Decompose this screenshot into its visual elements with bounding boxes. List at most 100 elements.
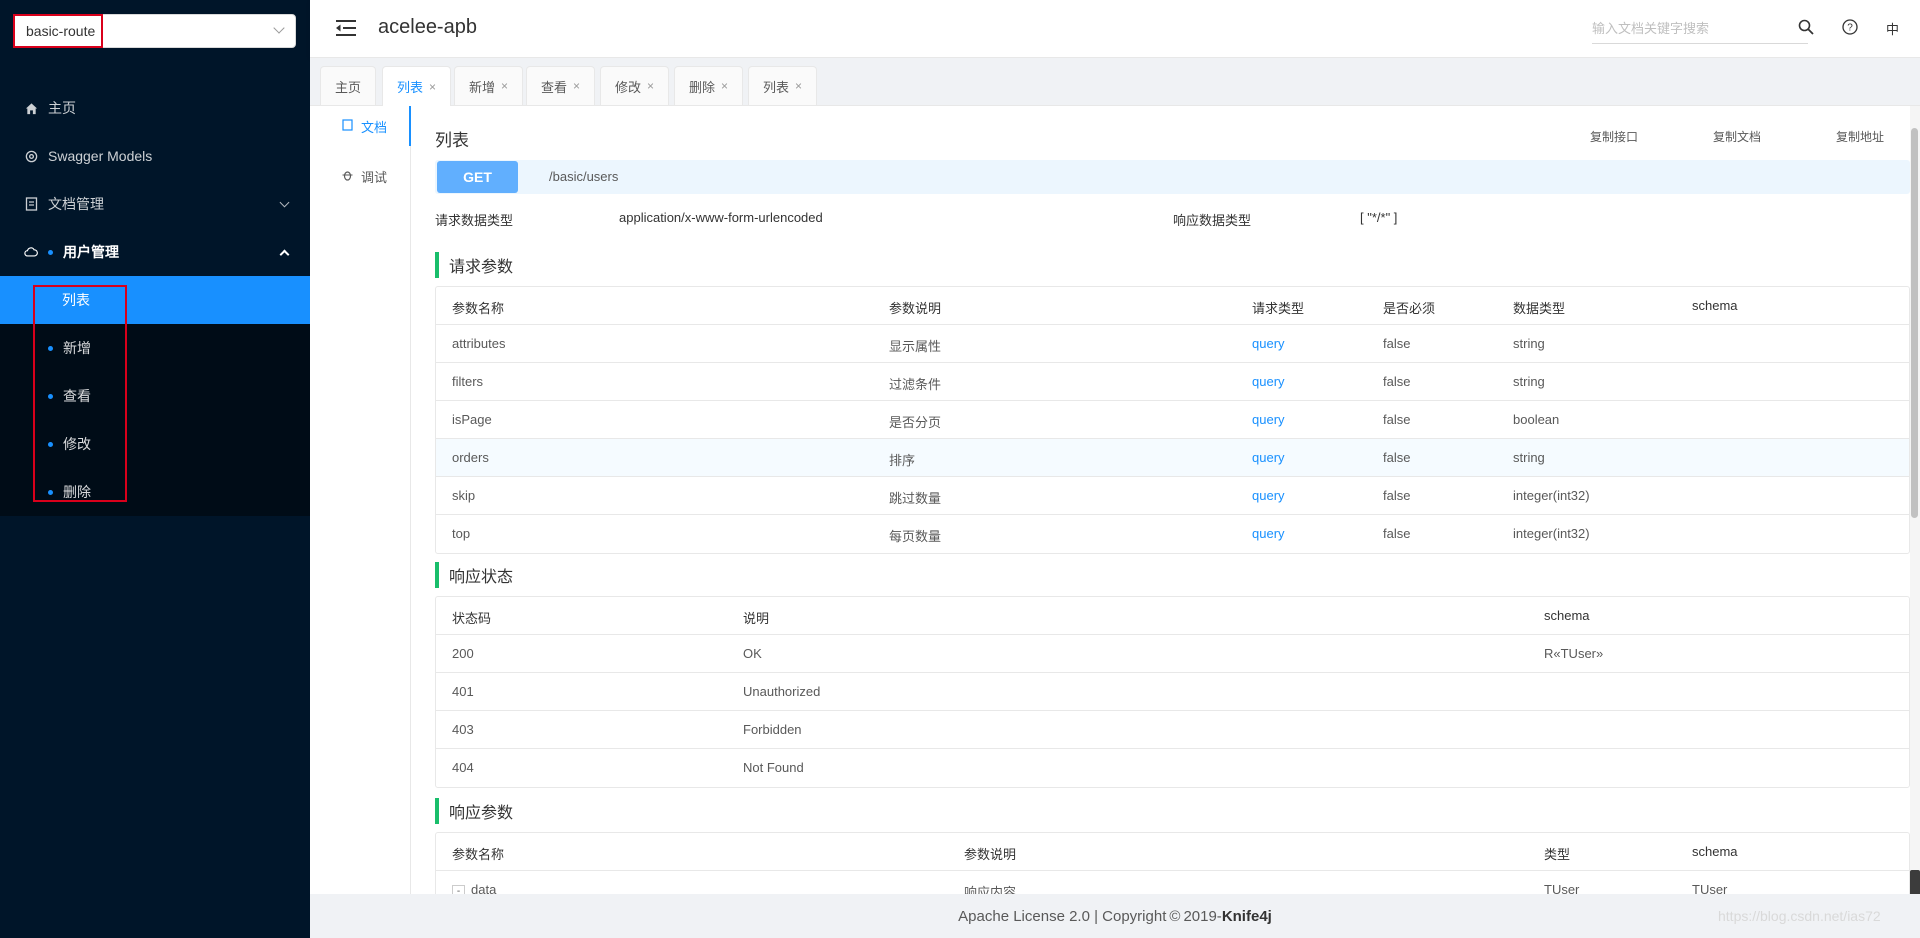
submenu-item-add[interactable]: 新增: [0, 324, 310, 372]
vtab-doc[interactable]: 文档: [310, 106, 411, 146]
bug-icon: [342, 169, 353, 184]
language-switch[interactable]: 中: [1886, 19, 1899, 38]
tab-list-2[interactable]: 列表 ×: [748, 66, 818, 105]
collapse-icon[interactable]: -: [452, 885, 465, 894]
tab-edit[interactable]: 修改 ×: [600, 66, 670, 105]
menu-item-home[interactable]: 主页: [0, 84, 310, 132]
submenu-item-add-label: 新增: [63, 340, 91, 356]
submenu-item-view[interactable]: 查看: [0, 372, 310, 420]
menu-fold-icon[interactable]: [336, 20, 356, 39]
table-header-cell: 是否必须: [1383, 301, 1436, 316]
section-title-response-status: 响应状态: [435, 562, 513, 588]
group-select[interactable]: basic-route: [13, 14, 296, 48]
close-icon[interactable]: ×: [501, 79, 508, 93]
close-icon[interactable]: ×: [429, 80, 436, 94]
table-row[interactable]: 200 OK R«TUser»: [436, 635, 1909, 673]
footer-year: 2019-: [1183, 907, 1222, 925]
param-type: TUser: [1544, 882, 1580, 894]
tab-home[interactable]: 主页: [320, 66, 377, 105]
table-row[interactable]: 401 Unauthorized: [436, 673, 1909, 711]
vtab-debug-label: 调试: [361, 169, 388, 185]
table-row[interactable]: top 每页数量 query false integer(int32): [436, 515, 1909, 553]
param-name-text: data: [471, 882, 497, 894]
menu-item-user-management-label: 用户管理: [63, 244, 119, 260]
document-icon: [24, 197, 38, 211]
submenu-item-delete[interactable]: 删除: [0, 468, 310, 516]
status-code: 404: [452, 760, 474, 775]
tab-label: 删除: [689, 79, 716, 95]
response-type-value: [ "*/*" ]: [1360, 210, 1398, 225]
svg-text:?: ?: [1847, 23, 1853, 34]
group-select-value: basic-route: [26, 23, 96, 39]
search-box: [1592, 14, 1808, 44]
chevron-up-icon: [279, 249, 290, 260]
param-type: string: [1513, 336, 1545, 351]
tab-label: 列表: [763, 79, 790, 95]
footer: Apache License 2.0 | Copyright © 2019- K…: [310, 894, 1920, 938]
menu-item-swagger-models[interactable]: Swagger Models: [0, 132, 310, 180]
submenu-dot: [48, 345, 53, 351]
search-input[interactable]: [1592, 14, 1792, 42]
copy-url-button[interactable]: 复制地址: [1836, 128, 1884, 145]
param-desc: 显示属性: [889, 339, 942, 354]
status-code: 403: [452, 722, 474, 737]
table-header-cell: 参数说明: [889, 301, 942, 316]
param-required: false: [1383, 412, 1411, 427]
table-header-row: 参数名称 参数说明 类型 schema: [436, 833, 1909, 871]
submenu-item-edit-label: 修改: [63, 436, 91, 452]
close-icon[interactable]: ×: [721, 79, 728, 93]
submenu-user-management: 列表 新增 查看 修改 删除: [0, 276, 310, 516]
copy-doc-button[interactable]: 复制文档: [1713, 128, 1761, 145]
table-row[interactable]: 403 Forbidden: [436, 711, 1909, 749]
param-required: false: [1383, 336, 1411, 351]
tab-label: 新增: [469, 79, 496, 95]
param-type: integer(int32): [1513, 488, 1590, 503]
submenu-item-edit[interactable]: 修改: [0, 420, 310, 468]
side-menu: 主页 Swagger Models 文档管理 用户管理 列表 新增 查看 修改 …: [0, 84, 310, 516]
menu-item-user-management[interactable]: 用户管理: [0, 228, 310, 276]
help-icon[interactable]: ?: [1842, 19, 1858, 38]
param-name: - data: [452, 882, 496, 894]
tab-delete[interactable]: 删除 ×: [674, 66, 744, 105]
watermark: https://blog.csdn.net/ias72: [1718, 908, 1881, 924]
tab-label: 查看: [541, 79, 568, 95]
table-header-row: 状态码 说明 schema: [436, 597, 1909, 635]
submenu-item-view-label: 查看: [63, 388, 91, 404]
table-row[interactable]: orders 排序 query false string: [436, 439, 1909, 477]
tab-view[interactable]: 查看 ×: [526, 66, 596, 105]
tab-list[interactable]: 列表 ×: [382, 66, 452, 106]
method-row: GET /basic/users: [435, 160, 1910, 194]
app-title: acelee-apb: [378, 16, 477, 38]
close-icon[interactable]: ×: [647, 79, 654, 93]
copy-api-button[interactable]: 复制接口: [1590, 128, 1638, 145]
tab-add[interactable]: 新增 ×: [454, 66, 524, 105]
table-row[interactable]: filters 过滤条件 query false string: [436, 363, 1909, 401]
table-header-cell: schema: [1692, 298, 1738, 313]
close-icon[interactable]: ×: [795, 79, 802, 93]
tab-label: 列表: [397, 80, 424, 95]
status-code: 401: [452, 684, 474, 699]
submenu-item-list[interactable]: 列表: [0, 276, 310, 324]
menu-item-doc-management[interactable]: 文档管理: [0, 180, 310, 228]
table-row[interactable]: 404 Not Found: [436, 749, 1909, 787]
table-row[interactable]: - data 响应内容 TUser TUser: [436, 871, 1909, 894]
param-desc: 是否分页: [889, 415, 942, 430]
param-in: query: [1252, 412, 1285, 427]
scrollbar-thumb[interactable]: [1911, 128, 1918, 518]
vtab-debug[interactable]: 调试: [310, 156, 411, 196]
search-icon[interactable]: [1798, 19, 1814, 38]
request-params-table: 参数名称 参数说明 请求类型 是否必须 数据类型 schema attribut…: [435, 286, 1910, 554]
param-name: attributes: [452, 336, 506, 351]
table-row[interactable]: attributes 显示属性 query false string: [436, 325, 1909, 363]
request-type-value: application/x-www-form-urlencoded: [619, 210, 823, 225]
param-in: query: [1252, 336, 1285, 351]
menu-item-swagger-models-label: Swagger Models: [48, 148, 153, 164]
menu-dot: [48, 249, 53, 255]
param-required: false: [1383, 526, 1411, 541]
table-row[interactable]: skip 跳过数量 query false integer(int32): [436, 477, 1909, 515]
status-code: 200: [452, 646, 474, 661]
table-row[interactable]: isPage 是否分页 query false boolean: [436, 401, 1909, 439]
close-icon[interactable]: ×: [573, 79, 580, 93]
table-header-cell: 参数名称: [452, 301, 505, 316]
param-desc: 过滤条件: [889, 377, 942, 392]
